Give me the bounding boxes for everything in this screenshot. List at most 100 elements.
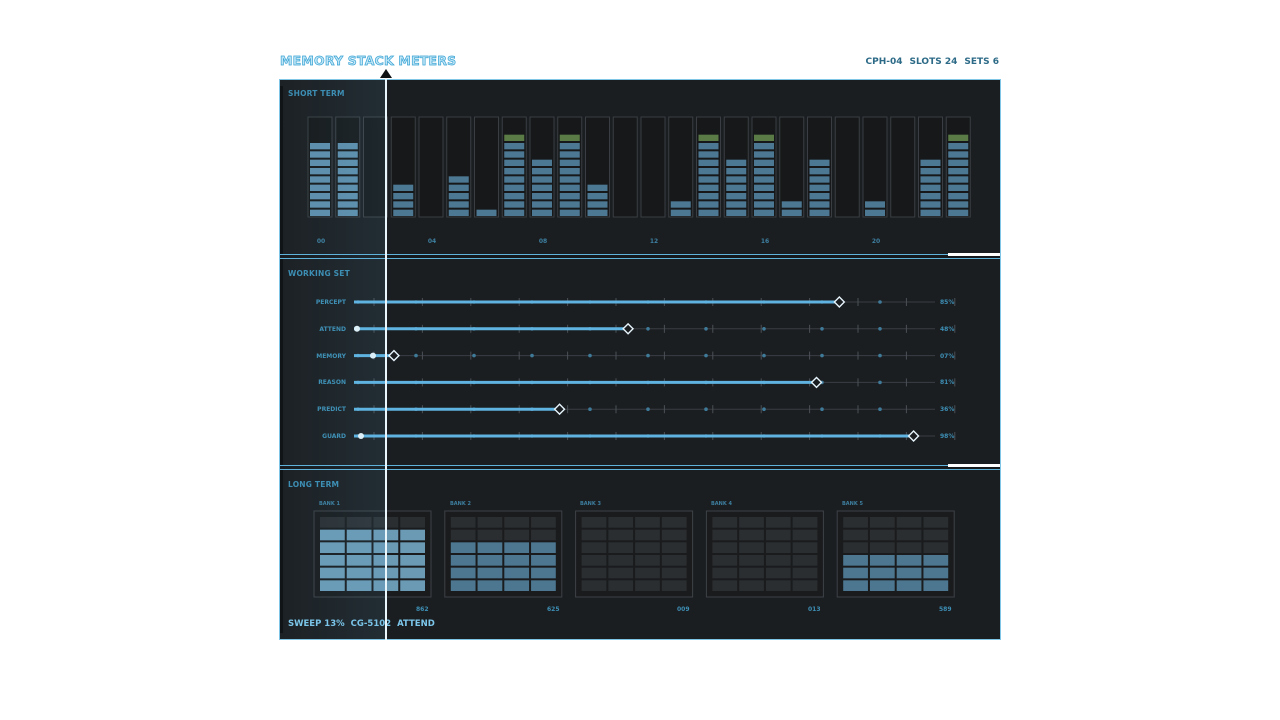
slot-tick-12: 12 <box>649 238 659 245</box>
bank-label-5: BANK 5 <box>842 501 863 507</box>
bank-value-5: 589 <box>939 606 952 613</box>
bank-label-1: BANK 1 <box>319 501 340 507</box>
slot-segment <box>310 168 330 175</box>
slot-segment <box>310 184 330 191</box>
slot-segment <box>698 159 719 166</box>
bank-cell <box>765 567 791 579</box>
slot-meter <box>557 116 583 218</box>
track-marker <box>833 296 846 308</box>
slot-segment <box>337 209 358 216</box>
slot-frame <box>612 116 638 218</box>
section-divider <box>280 253 1000 259</box>
slot-segment <box>670 201 691 208</box>
bank-label-4: BANK 4 <box>711 501 732 507</box>
bank-cell <box>346 580 372 591</box>
slot-segment <box>726 209 747 216</box>
slot-segment <box>448 184 469 191</box>
track-dot <box>762 353 766 358</box>
track-dot <box>878 353 882 358</box>
slot-segment <box>920 184 941 191</box>
slot-segment <box>698 209 719 216</box>
slot-meter <box>723 116 749 218</box>
bank-cell <box>504 542 530 553</box>
slot-segment <box>559 209 580 216</box>
track-start-knob <box>370 352 376 359</box>
slot-segment <box>504 209 525 216</box>
row-label-reason: REASON <box>318 379 346 386</box>
memory-bank <box>444 510 563 598</box>
slot-tick-08: 08 <box>538 238 548 245</box>
slot-segment <box>781 201 802 208</box>
slot-segment <box>726 159 747 166</box>
slot-meter <box>696 116 721 218</box>
bank-cell <box>581 580 607 591</box>
bank-cell <box>581 517 607 528</box>
sweep-cursor-line[interactable] <box>385 69 387 640</box>
bank-cell <box>792 580 818 591</box>
slot-meter <box>862 116 888 218</box>
bank-cell <box>477 580 503 591</box>
track-row <box>354 296 956 308</box>
slot-segment <box>781 209 802 216</box>
slot-segment <box>865 209 885 216</box>
track-dot <box>878 327 882 331</box>
bank-cell <box>320 517 345 528</box>
slot-tick-20: 20 <box>871 238 881 245</box>
bank-cell <box>450 529 476 541</box>
track-start-knob <box>358 433 364 439</box>
slot-segment <box>948 159 969 166</box>
slot-segment <box>504 143 525 150</box>
slot-segment <box>754 176 774 183</box>
bank-cell <box>400 555 425 566</box>
bank-cell <box>843 542 868 553</box>
track-dot <box>588 407 592 411</box>
bank-cell <box>661 529 687 541</box>
row-pct-predict: 36% <box>940 406 955 413</box>
bank-cell <box>765 529 791 541</box>
working-set-tracks <box>354 296 956 442</box>
bank-cell <box>896 567 922 579</box>
bank-cell <box>661 517 687 528</box>
bank-cell <box>661 555 687 566</box>
slot-meter <box>890 116 916 218</box>
bank-cell <box>635 517 660 528</box>
slot-meter <box>918 116 943 218</box>
bank-cell <box>896 542 922 553</box>
track-dot <box>414 353 418 358</box>
bank-cell <box>320 580 345 591</box>
bank-cell <box>346 542 372 553</box>
slot-segment <box>865 201 885 208</box>
bank-cell <box>400 542 425 553</box>
slot-segment <box>310 143 330 150</box>
bank-cell <box>843 517 868 528</box>
slot-segment <box>532 184 552 191</box>
bank-cell <box>531 517 556 528</box>
slot-meter <box>446 116 472 218</box>
bank-cell <box>346 555 372 566</box>
bank-cell <box>608 517 634 528</box>
slot-segment <box>809 201 830 208</box>
slot-segment <box>532 193 552 200</box>
bank-cell <box>792 567 818 579</box>
bank-cell <box>739 529 764 541</box>
bank-cell <box>504 567 530 579</box>
sweep-cursor-handle[interactable] <box>380 69 392 78</box>
slot-segment <box>948 134 969 141</box>
track-dot <box>878 380 882 385</box>
slot-segment <box>754 168 774 175</box>
bank-cell <box>608 529 634 541</box>
slot-segment <box>948 176 969 183</box>
app-title: MEMORY STACK METERS <box>280 53 457 69</box>
bank-cell <box>346 517 372 528</box>
bank-cell <box>635 567 660 579</box>
slot-segment <box>504 159 525 166</box>
working-set-section: WORKING SET PERCEPT ATTEND MEMORY REASON… <box>280 260 1000 465</box>
bank-cell <box>320 529 345 541</box>
slot-segment <box>393 209 414 216</box>
track-dot <box>588 353 592 358</box>
footer-status: SWEEP 13% CG-5102 ATTEND <box>288 619 435 629</box>
bank-cell <box>400 580 425 591</box>
slot-segment <box>809 159 830 166</box>
slot-segment <box>559 151 580 158</box>
slot-segment <box>476 209 497 216</box>
